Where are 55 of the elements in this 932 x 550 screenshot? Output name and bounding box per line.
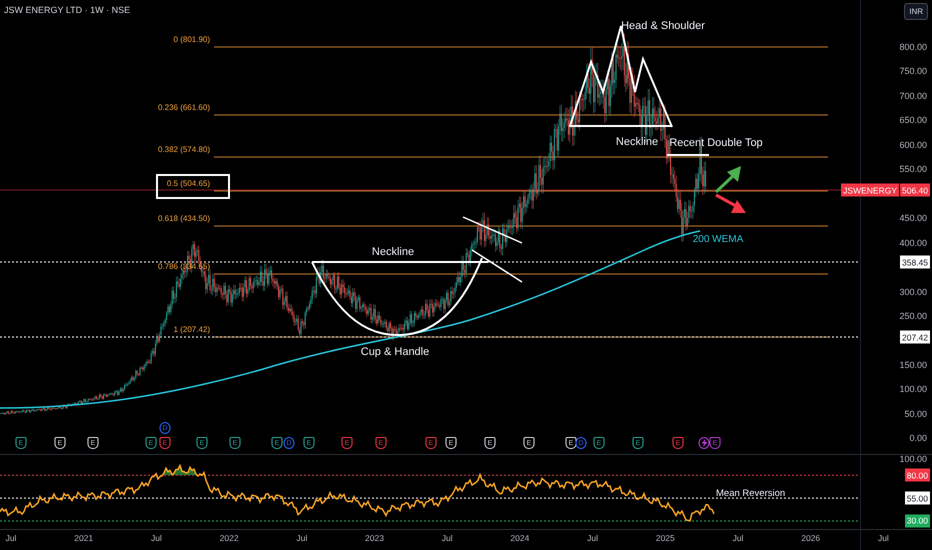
trend-line: [462, 216, 522, 244]
price-axis-label: 750.00: [898, 66, 927, 76]
lightning-icon[interactable]: [698, 437, 710, 449]
time-axis-label: Jul: [732, 533, 744, 543]
time-axis-label: 2022: [220, 533, 239, 543]
double-top-line: [667, 154, 709, 156]
time-axis-label: Jul: [150, 533, 162, 543]
fib-level-label: 0.618 (434.50): [158, 214, 210, 223]
time-axis-label: 2024: [510, 533, 530, 543]
fib-level-label: 0.382 (574.80): [158, 145, 210, 154]
fib-level-label: 0.5 (504.65): [166, 179, 210, 188]
chart-annotation: Neckline: [616, 136, 658, 148]
fib-level-label: 0.236 (661.60): [158, 103, 210, 112]
band-value-tag: 80.00: [904, 468, 930, 482]
chart-annotation: Cup & Handle: [360, 346, 430, 358]
time-axis-label: Jul: [296, 533, 308, 543]
price-axis-label: 250.00: [898, 310, 927, 321]
price-axis-label: 150.00: [898, 360, 927, 370]
fib-level-label: 1 (207.42): [174, 325, 210, 334]
price-axis-label: 550.00: [898, 164, 927, 174]
down-arrow: [715, 194, 746, 213]
price-axis-label: 100.00: [898, 384, 927, 394]
price-axis-label: 300.00: [898, 286, 927, 296]
chart-title: JSW ENERGY LTD · 1W · NSE: [4, 5, 130, 15]
time-axis-label: Jul: [6, 533, 16, 543]
price-axis-label: 800.00: [898, 42, 927, 52]
time-axis-label: Jul: [587, 533, 598, 543]
band-value-tag: 55.00: [904, 492, 930, 505]
time-axis-label: Jul: [442, 533, 453, 543]
price-axis-label: 450.00: [898, 213, 927, 224]
time-axis-label: 2025: [656, 533, 675, 543]
fib-level-label: 0 (801.90): [174, 35, 210, 44]
time-axis-label: 2026: [801, 533, 820, 543]
chart-annotation: Mean Reversion: [716, 488, 786, 499]
price-axis-label: 50.00: [903, 408, 927, 419]
chart-annotation: Head & Shoulder: [621, 20, 705, 32]
currency-button[interactable]: INR: [904, 3, 928, 20]
band-value-tag: 30.00: [904, 514, 930, 528]
up-arrow: [714, 166, 741, 194]
last-price-tag: 506.40: [900, 184, 930, 196]
time-axis-label: 2021: [74, 533, 94, 543]
oscillator-axis-label: 100.00: [898, 454, 927, 464]
chart-annotation: Neckline: [372, 246, 414, 258]
price-tag: 207.42: [900, 330, 930, 344]
symbol-tag: JSWENERGY: [841, 184, 899, 196]
chart-annotation: 200 WEMA: [692, 234, 744, 245]
price-tag: 358.45: [900, 256, 930, 268]
price-axis-label: 650.00: [898, 115, 927, 126]
price-axis-label: 700.00: [898, 90, 927, 101]
time-axis-label: Jul: [878, 533, 889, 543]
time-axis-label: 2023: [365, 533, 384, 543]
price-axis-label: 600.00: [898, 140, 927, 150]
price-axis-label: 400.00: [898, 238, 927, 248]
trend-line: [472, 249, 522, 283]
price-axis-label: 0.00: [908, 433, 927, 444]
